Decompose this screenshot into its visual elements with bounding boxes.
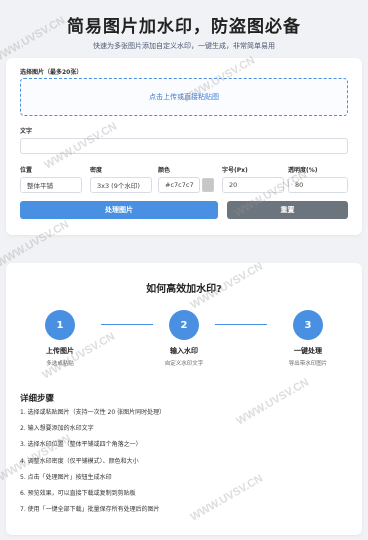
- opacity-input[interactable]: 80: [288, 177, 348, 193]
- how-to-card: 如何高效加水印? 1 上传图片 多选或粘贴 2 输入水印 自定义水印文字 3 一…: [6, 263, 362, 535]
- list-item: 4. 调整水印密度（仅平铺模式）、颜色和大小: [20, 457, 139, 465]
- dropzone-text: 点击上传或直接粘贴图: [149, 93, 219, 101]
- step-title: 输入水印: [170, 347, 198, 355]
- select-images-label: 选择图片（最多20张）: [20, 69, 83, 76]
- list-item: 2. 输入想要添加的水印文字: [20, 425, 94, 433]
- process-images-button[interactable]: 处理图片: [20, 201, 218, 219]
- font-size-label: 字号(Px): [222, 167, 248, 174]
- step-desc: 自定义水印文字: [164, 361, 204, 367]
- position-label: 位置: [20, 167, 33, 174]
- step-desc: 多选或粘贴: [46, 361, 74, 367]
- step-1: 1 上传图片 多选或粘贴: [15, 310, 105, 367]
- watermark-form-card: 选择图片（最多20张） 点击上传或直接粘贴图 文字 位置 整体平铺 密度 3x3…: [6, 58, 362, 235]
- step-title: 一键处理: [294, 347, 322, 355]
- opacity-label: 透明度(%): [288, 167, 318, 174]
- page-header: 简易图片加水印，防盗图必备 快速为多张图片添加自定义水印，一键生成，非常简单易用: [0, 0, 368, 51]
- step-number: 1: [45, 310, 75, 340]
- density-select[interactable]: 3x3 (9个水印): [90, 177, 152, 193]
- page-subtitle: 快速为多张图片添加自定义水印，一键生成，非常简单易用: [93, 42, 275, 50]
- color-hex-input[interactable]: #c7c7c7: [158, 177, 200, 193]
- detail-steps-list: 1. 选择或粘贴图片（支持一次性 20 张图片同时处理） 2. 输入想要添加的水…: [20, 409, 166, 523]
- color-label: 颜色: [158, 167, 171, 174]
- page-title: 简易图片加水印，防盗图必备: [67, 17, 301, 37]
- font-size-input[interactable]: 20: [222, 177, 284, 193]
- list-item: 5. 点击「处理图片」按钮生成水印: [20, 473, 112, 481]
- list-item: 3. 选择水印位置（整体平铺或四个角落之一）: [20, 441, 142, 449]
- color-swatch[interactable]: [202, 178, 214, 192]
- step-number: 3: [293, 310, 323, 340]
- watermark-text-input[interactable]: [20, 138, 348, 154]
- how-to-title: 如何高效加水印?: [146, 284, 222, 295]
- density-label: 密度: [90, 167, 103, 174]
- step-3: 3 一键处理 导出带水印图片: [263, 310, 353, 367]
- step-title: 上传图片: [46, 347, 74, 355]
- list-item: 1. 选择或粘贴图片（支持一次性 20 张图片同时处理）: [20, 409, 166, 416]
- step-number: 2: [169, 310, 199, 340]
- text-label: 文字: [20, 128, 33, 135]
- list-item: 7. 使用「一键全部下载」批量保存所有处理后的图片: [20, 506, 160, 514]
- image-dropzone[interactable]: 点击上传或直接粘贴图: [20, 78, 348, 116]
- reset-button[interactable]: 重置: [227, 201, 348, 219]
- detail-steps-title: 详细步骤: [20, 394, 55, 404]
- position-select[interactable]: 整体平铺: [20, 177, 82, 193]
- step-desc: 导出带水印图片: [288, 361, 328, 367]
- step-2: 2 输入水印 自定义水印文字: [139, 310, 229, 367]
- list-item: 6. 预览效果，可以直接下载或复制到剪贴板: [20, 489, 136, 497]
